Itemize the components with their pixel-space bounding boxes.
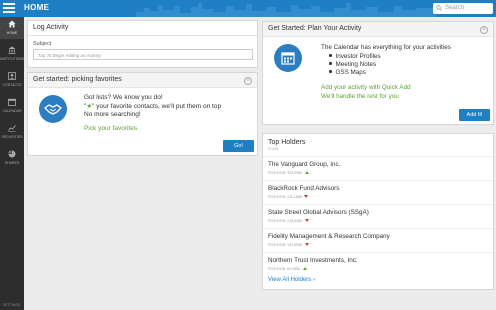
sidebar-item-institutions[interactable]: Institutions xyxy=(0,43,24,65)
favorites-line-3: No more searching! xyxy=(84,111,141,118)
calendar-icon xyxy=(274,44,302,72)
plan-activity-title: Get Started: Plan Your Activity xyxy=(263,22,493,37)
sidebar-item-label: Institutions xyxy=(0,57,25,61)
trend-down-icon xyxy=(304,195,309,198)
sidebar-item-label: Shares xyxy=(4,161,20,165)
holder-position: POSITION: 64,055K xyxy=(268,267,307,271)
holder-name: Fidelity Management & Research Company xyxy=(268,233,390,240)
table-row[interactable]: The Vanguard Group, Inc. POSITION: 323,0… xyxy=(263,156,493,180)
sidebar-item-calendar[interactable]: Calendar xyxy=(0,95,24,117)
sidebar-item-label: Calendar xyxy=(2,109,22,113)
handshake-icon xyxy=(39,95,67,123)
table-row[interactable]: Fidelity Management & Research Company P… xyxy=(263,228,493,252)
search-placeholder: Search xyxy=(445,5,465,11)
list-item: Meeting Notes xyxy=(329,61,381,69)
top-holders-subtitle: PLAIN xyxy=(268,147,279,151)
trend-up-icon xyxy=(304,171,309,174)
list-item: GSS Maps xyxy=(329,69,381,77)
trend-down-icon xyxy=(304,219,309,222)
sidebar-item-contacts[interactable]: Contacts xyxy=(0,69,24,91)
top-holders-card: Top Holders PLAIN The Vanguard Group, In… xyxy=(262,133,494,290)
holder-name: Northern Trust Investments, Inc. xyxy=(268,257,358,264)
contacts-icon xyxy=(8,72,16,80)
close-icon[interactable]: × xyxy=(480,26,488,34)
pie-icon xyxy=(8,150,16,158)
pick-favorites-link[interactable]: Pick your favorites xyxy=(84,125,137,132)
plan-activity-card: Get Started: Plan Your Activity × The Ca… xyxy=(262,21,494,125)
sidebar-item-label: Securities xyxy=(1,135,23,139)
holder-position: POSITION: 211,185K xyxy=(268,195,309,199)
institution-icon xyxy=(8,46,16,54)
favorites-description: Got lists? We know you do! "★" your favo… xyxy=(84,94,221,120)
sidebar-settings-link[interactable]: Settings xyxy=(3,303,21,307)
view-all-holders-link[interactable]: View All Holders › xyxy=(268,277,315,283)
search-input[interactable]: Search xyxy=(433,3,493,14)
menu-button[interactable] xyxy=(3,3,15,13)
trend-down-icon xyxy=(304,243,309,246)
favorites-line-1: Got lists? We know you do! xyxy=(84,94,163,101)
holder-position: POSITION: 323,095K xyxy=(268,171,309,175)
plan-green-line-2: We'll handle the rest for you xyxy=(321,93,399,100)
chevron-right-icon: › xyxy=(312,277,315,283)
table-row[interactable]: BlackRock Fund Advisors POSITION: 211,18… xyxy=(263,180,493,204)
sidebar: Home Institutions Contacts Calendar Secu… xyxy=(0,17,24,310)
table-row[interactable]: Northern Trust Investments, Inc. POSITIO… xyxy=(263,252,493,276)
sidebar-item-securities[interactable]: Securities xyxy=(0,121,24,143)
sidebar-item-shares[interactable]: Shares xyxy=(0,147,24,169)
plan-call-to-action: Add your activity with Quick Add We'll h… xyxy=(321,83,411,101)
top-holders-title: Top Holders xyxy=(268,139,306,146)
holder-name: State Street Global Advisors (SSgA) xyxy=(268,209,369,216)
favorites-title: Get started: picking favorites xyxy=(28,73,257,88)
subject-input[interactable]: Tap To Begin Adding an Activity xyxy=(33,49,253,60)
plan-feature-list: Investor Profiles Meeting Notes GSS Maps xyxy=(329,53,381,77)
home-icon xyxy=(8,20,16,28)
go-button[interactable]: Go! xyxy=(223,140,254,152)
close-icon[interactable]: × xyxy=(244,77,252,85)
holder-name: BlackRock Fund Advisors xyxy=(268,185,340,192)
plan-intro: The Calendar has everything for your act… xyxy=(321,44,451,51)
table-row[interactable]: State Street Global Advisors (SSgA) POSI… xyxy=(263,204,493,228)
sidebar-item-label: Contacts xyxy=(2,83,22,87)
holder-position: POSITION: 213,449K xyxy=(268,219,309,223)
sidebar-item-home[interactable]: Home xyxy=(0,17,24,39)
top-bar: HOME Search xyxy=(0,0,496,17)
page-title: HOME xyxy=(24,3,50,12)
trend-up-icon xyxy=(302,267,307,270)
favorites-line-2: "★" your favorite contacts, we'll put th… xyxy=(84,102,222,110)
search-icon xyxy=(436,5,442,11)
list-item: Investor Profiles xyxy=(329,53,381,61)
skyline-decoration xyxy=(136,3,436,17)
calendar-icon xyxy=(8,98,16,106)
chart-icon xyxy=(8,125,16,132)
plan-green-line-1: Add your activity with Quick Add xyxy=(321,84,411,91)
sidebar-item-label: Home xyxy=(6,31,18,35)
subject-label: Subject xyxy=(33,41,52,47)
log-activity-card: Log Activity Subject Tap To Begin Adding… xyxy=(27,20,258,68)
add-it-button[interactable]: Add It! xyxy=(459,109,490,121)
favorites-card: Get started: picking favorites × Got lis… xyxy=(27,72,258,156)
holder-position: POSITION: 131,959K xyxy=(268,243,309,247)
log-activity-title: Log Activity xyxy=(28,21,257,36)
holder-name: The Vanguard Group, Inc. xyxy=(268,161,341,168)
